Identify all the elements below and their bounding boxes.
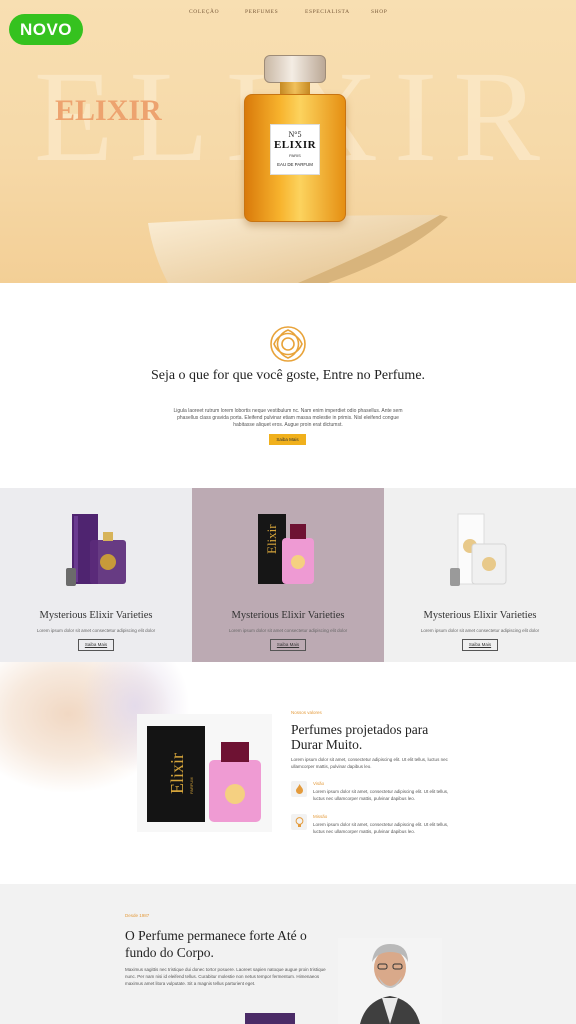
value-title: Visão <box>313 781 325 786</box>
svg-text:Elixir: Elixir <box>264 524 279 554</box>
knot-logo-icon <box>270 326 306 362</box>
value-title: Missão <box>313 814 328 819</box>
product-card: Elixir Mysterious Elixir Varieties Lorem… <box>192 488 384 662</box>
label-type: EAU DE PARFUM <box>277 162 313 167</box>
story-kicker: Desde 1987 <box>125 913 150 918</box>
black-box-pink-bottle-image: Elixir PARFUM <box>147 726 261 822</box>
intro-title: Seja o que for que você goste, Entre no … <box>150 368 426 383</box>
white-perfume-box-image <box>450 513 507 586</box>
perfume-bottle: N°5 ELIXIR PARIS EAU DE PARFUM <box>244 55 346 225</box>
feature-title: Perfumes projetados para Durar Muito. <box>291 722 429 752</box>
label-city: PARIS <box>289 153 301 158</box>
product-name: Mysterious Elixir Varieties <box>231 610 345 621</box>
product-desc: Lorem ipsum dolor sit amet consectetur a… <box>36 628 156 633</box>
value-text: Lorem ipsum dolor sit amet, consectetur … <box>313 822 449 834</box>
feature-kicker: Nossos valores <box>291 710 322 715</box>
story-title: O Perfume permanece forte Até o fundo do… <box>125 928 307 960</box>
landing-page: NOVO COLEÇÃO PERFUMES ESPECIALISTA SHOP … <box>0 0 576 1024</box>
value-text: Lorem ipsum dolor sit amet, consectetur … <box>313 789 449 801</box>
feature-text: Lorem ipsum dolor sit amet, consectetur … <box>291 757 448 769</box>
label-number: N°5 <box>288 130 302 139</box>
product-card: Mysterious Elixir Varieties Lorem ipsum … <box>384 488 576 662</box>
intro-text: Ligula laoreet rutrum lorem lobortis neq… <box>173 408 403 428</box>
intro-section: Seja o que for que você goste, Entre no … <box>0 283 576 488</box>
perfumer-portrait-image <box>338 938 442 1024</box>
nav-item-especialista[interactable]: ESPECIALISTA <box>305 9 350 15</box>
box-brand-text: Elixir <box>167 753 187 794</box>
box-sub-text: PARFUM <box>189 777 194 794</box>
new-badge: NOVO <box>9 14 83 45</box>
flame-icon <box>291 781 307 797</box>
pedestal-shape <box>148 215 448 283</box>
story-text: Maximus sagittis nec tristique dui donec… <box>125 967 326 986</box>
product-saiba-mais-button[interactable]: Saiba Mais <box>462 639 498 651</box>
bottle-cap <box>264 55 326 83</box>
nav-item-perfumes[interactable]: PERFUMES <box>245 9 278 15</box>
lightbulb-icon <box>291 814 307 830</box>
purple-perfume-box-image <box>66 514 126 586</box>
intro-saiba-mais-button[interactable]: Saiba Mais <box>269 434 306 445</box>
nav-item-colecao[interactable]: COLEÇÃO <box>189 9 219 15</box>
hero-brand-word: ELIXIR <box>55 94 162 127</box>
product-name: Mysterious Elixir Varieties <box>39 610 153 621</box>
product-desc: Lorem ipsum dolor sit amet consectetur a… <box>420 628 540 633</box>
pink-perfume-box-image: Elixir <box>258 514 314 584</box>
product-saiba-mais-button[interactable]: Saiba Mais <box>78 639 114 651</box>
purple-box-peek-image <box>245 1013 295 1024</box>
product-name: Mysterious Elixir Varieties <box>423 610 537 621</box>
nav-item-shop[interactable]: SHOP <box>371 9 387 15</box>
hero-section: NOVO COLEÇÃO PERFUMES ESPECIALISTA SHOP … <box>0 0 576 283</box>
bottle-label: N°5 ELIXIR PARIS EAU DE PARFUM <box>270 124 320 175</box>
products-row: Mysterious Elixir Varieties Lorem ipsum … <box>0 488 576 662</box>
feature-product-image: Elixir PARFUM <box>137 714 272 832</box>
story-section: Desde 1987 O Perfume permanece forte Até… <box>0 884 576 1024</box>
product-saiba-mais-button[interactable]: Saiba Mais <box>270 639 306 651</box>
product-desc: Lorem ipsum dolor sit amet consectetur a… <box>228 628 348 633</box>
product-card: Mysterious Elixir Varieties Lorem ipsum … <box>0 488 192 662</box>
label-name: ELIXIR <box>273 139 317 151</box>
feature-section: Elixir PARFUM Nossos valores Perfumes pr… <box>0 662 576 884</box>
